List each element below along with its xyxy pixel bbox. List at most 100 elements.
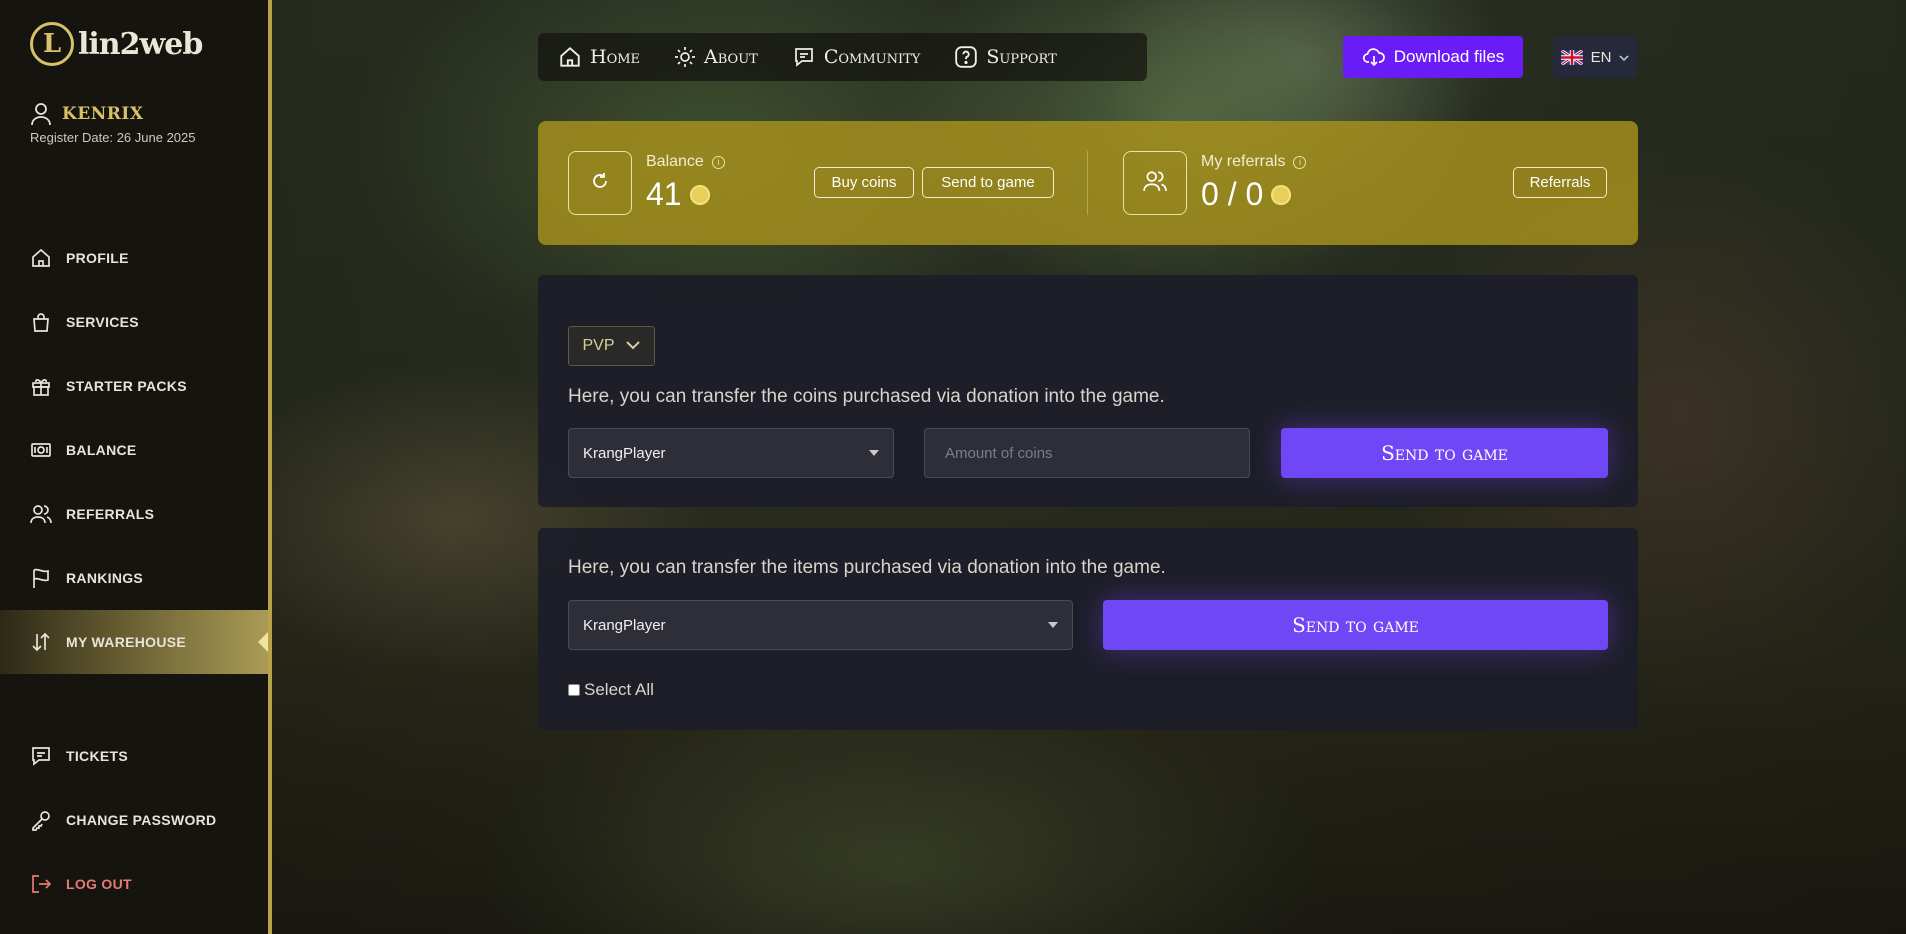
character-select-value: KrangPlayer: [583, 444, 666, 462]
select-all-row: Select All: [568, 680, 654, 700]
info-icon[interactable]: i: [1293, 155, 1307, 169]
select-all-label[interactable]: Select All: [584, 680, 654, 700]
user-info: KENRIX Register Date: 26 June 2025: [30, 102, 196, 145]
referrals-value: 0 / 0: [1201, 176, 1264, 212]
cloud-download-icon: [1362, 47, 1386, 67]
amount-of-coins-input[interactable]: Amount of coins: [924, 428, 1250, 478]
sidebar-item-label: CHANGE PASSWORD: [66, 812, 217, 828]
sidebar-item-profile[interactable]: PROFILE: [0, 226, 268, 290]
sidebar-item-label: PROFILE: [66, 250, 129, 266]
chevron-down-icon: [625, 337, 641, 355]
language-label: EN: [1590, 48, 1612, 66]
character-select-value: KrangPlayer: [583, 616, 666, 634]
flag-icon: [30, 567, 52, 589]
nav-home-label: Home: [590, 46, 641, 68]
balance-label-row: Balance i: [646, 153, 725, 171]
character-select[interactable]: KrangPlayer: [568, 600, 1073, 650]
chevron-down-icon: [1048, 622, 1058, 628]
send-items-to-game-button[interactable]: Send to game: [1103, 600, 1608, 650]
chat-icon: [792, 46, 816, 68]
send-coins-to-game-button[interactable]: Send to game: [1281, 428, 1608, 478]
user-icon: [30, 102, 52, 126]
chevron-down-icon: [869, 450, 879, 456]
logout-icon: [30, 873, 52, 895]
logo-text: lin2web: [78, 26, 203, 62]
download-files-label: Download files: [1393, 47, 1505, 66]
balance-value-row: 41: [646, 176, 710, 213]
top-nav: Home About Community Support: [538, 33, 1147, 81]
nav-support[interactable]: Support: [954, 45, 1057, 69]
question-icon: [954, 45, 978, 69]
info-icon[interactable]: i: [711, 155, 725, 169]
sidebar-item-referrals[interactable]: REFERRALS: [0, 482, 268, 546]
sidebar-item-my-warehouse[interactable]: MY WAREHOUSE: [0, 610, 268, 674]
users-icon: [1143, 169, 1167, 198]
referrals-icon-box: [1123, 151, 1187, 215]
send-to-game-button[interactable]: Send to game: [922, 167, 1054, 198]
sidebar-item-starter-packs[interactable]: STARTER PACKS: [0, 354, 268, 418]
server-select-value: PVP: [582, 337, 615, 354]
sidebar-item-tickets[interactable]: TICKETS: [0, 724, 268, 788]
balance-icon-box: [568, 151, 632, 215]
nav-support-label: Support: [986, 46, 1057, 68]
home-icon: [30, 247, 52, 269]
nav-community[interactable]: Community: [792, 46, 921, 68]
transfer-coins-card: PVP Here, you can transfer the coins pur…: [538, 275, 1638, 507]
buy-coins-button[interactable]: Buy coins: [814, 167, 914, 198]
coin-icon: [1271, 184, 1292, 205]
coins-description: Here, you can transfer the coins purchas…: [568, 386, 1165, 407]
logo-mark-icon: L: [30, 22, 74, 66]
gift-icon: [30, 375, 52, 397]
active-caret-icon: [258, 632, 268, 652]
items-description: Here, you can transfer the items purchas…: [568, 557, 1166, 578]
balance-panel: Balance i 41 Buy coins Send to game My r…: [538, 121, 1638, 245]
nav-home[interactable]: Home: [558, 45, 640, 69]
download-files-button[interactable]: Download files: [1343, 36, 1523, 78]
users-icon: [30, 503, 52, 525]
sidebar-item-label: LOG OUT: [66, 876, 132, 892]
sidebar-item-label: TICKETS: [66, 748, 128, 764]
uk-flag-icon: [1560, 49, 1583, 65]
referrals-label: My referrals: [1201, 153, 1286, 170]
sidebar-bottom-nav: TICKETS CHANGE PASSWORD LOG OUT: [0, 724, 268, 916]
nav-about[interactable]: About: [674, 46, 758, 68]
sun-icon: [674, 46, 696, 68]
sidebar-item-log-out[interactable]: LOG OUT: [0, 852, 268, 916]
sort-arrows-icon: [30, 631, 52, 653]
balance-value: 41: [646, 176, 682, 212]
sidebar-item-label: BALANCE: [66, 442, 137, 458]
nav-community-label: Community: [823, 46, 921, 68]
chevron-down-icon: [1619, 49, 1629, 66]
sidebar-item-label: STARTER PACKS: [66, 378, 187, 394]
user-name: KENRIX: [62, 104, 144, 124]
refresh-icon: [588, 169, 612, 198]
select-all-checkbox[interactable]: [568, 684, 580, 696]
key-icon: [30, 809, 52, 831]
transfer-items-card: Here, you can transfer the items purchas…: [538, 528, 1638, 730]
sidebar-nav: PROFILE SERVICES STARTER PACKS BALANCE R…: [0, 226, 268, 674]
register-date: Register Date: 26 June 2025: [30, 130, 196, 145]
character-select[interactable]: KrangPlayer: [568, 428, 894, 478]
coin-icon: [689, 184, 710, 205]
referrals-button[interactable]: Referrals: [1513, 167, 1607, 198]
divider: [1087, 151, 1088, 215]
sidebar-item-rankings[interactable]: RANKINGS: [0, 546, 268, 610]
home-icon: [558, 45, 582, 69]
sidebar-item-label: RANKINGS: [66, 570, 144, 586]
bag-icon: [30, 311, 52, 333]
balance-label: Balance: [646, 153, 704, 170]
logo[interactable]: L lin2web: [30, 22, 203, 66]
cash-icon: [30, 439, 52, 461]
referrals-label-row: My referrals i: [1201, 153, 1307, 171]
referrals-value-row: 0 / 0: [1201, 176, 1292, 213]
sidebar: L lin2web KENRIX Register Date: 26 June …: [0, 0, 272, 934]
language-selector[interactable]: EN: [1553, 36, 1637, 78]
server-select[interactable]: PVP: [568, 326, 655, 366]
sidebar-item-label: MY WAREHOUSE: [66, 634, 187, 650]
nav-about-label: About: [704, 46, 758, 68]
sidebar-item-services[interactable]: SERVICES: [0, 290, 268, 354]
chat-icon: [30, 745, 52, 767]
sidebar-item-label: SERVICES: [66, 314, 139, 330]
sidebar-item-change-password[interactable]: CHANGE PASSWORD: [0, 788, 268, 852]
sidebar-item-balance[interactable]: BALANCE: [0, 418, 268, 482]
